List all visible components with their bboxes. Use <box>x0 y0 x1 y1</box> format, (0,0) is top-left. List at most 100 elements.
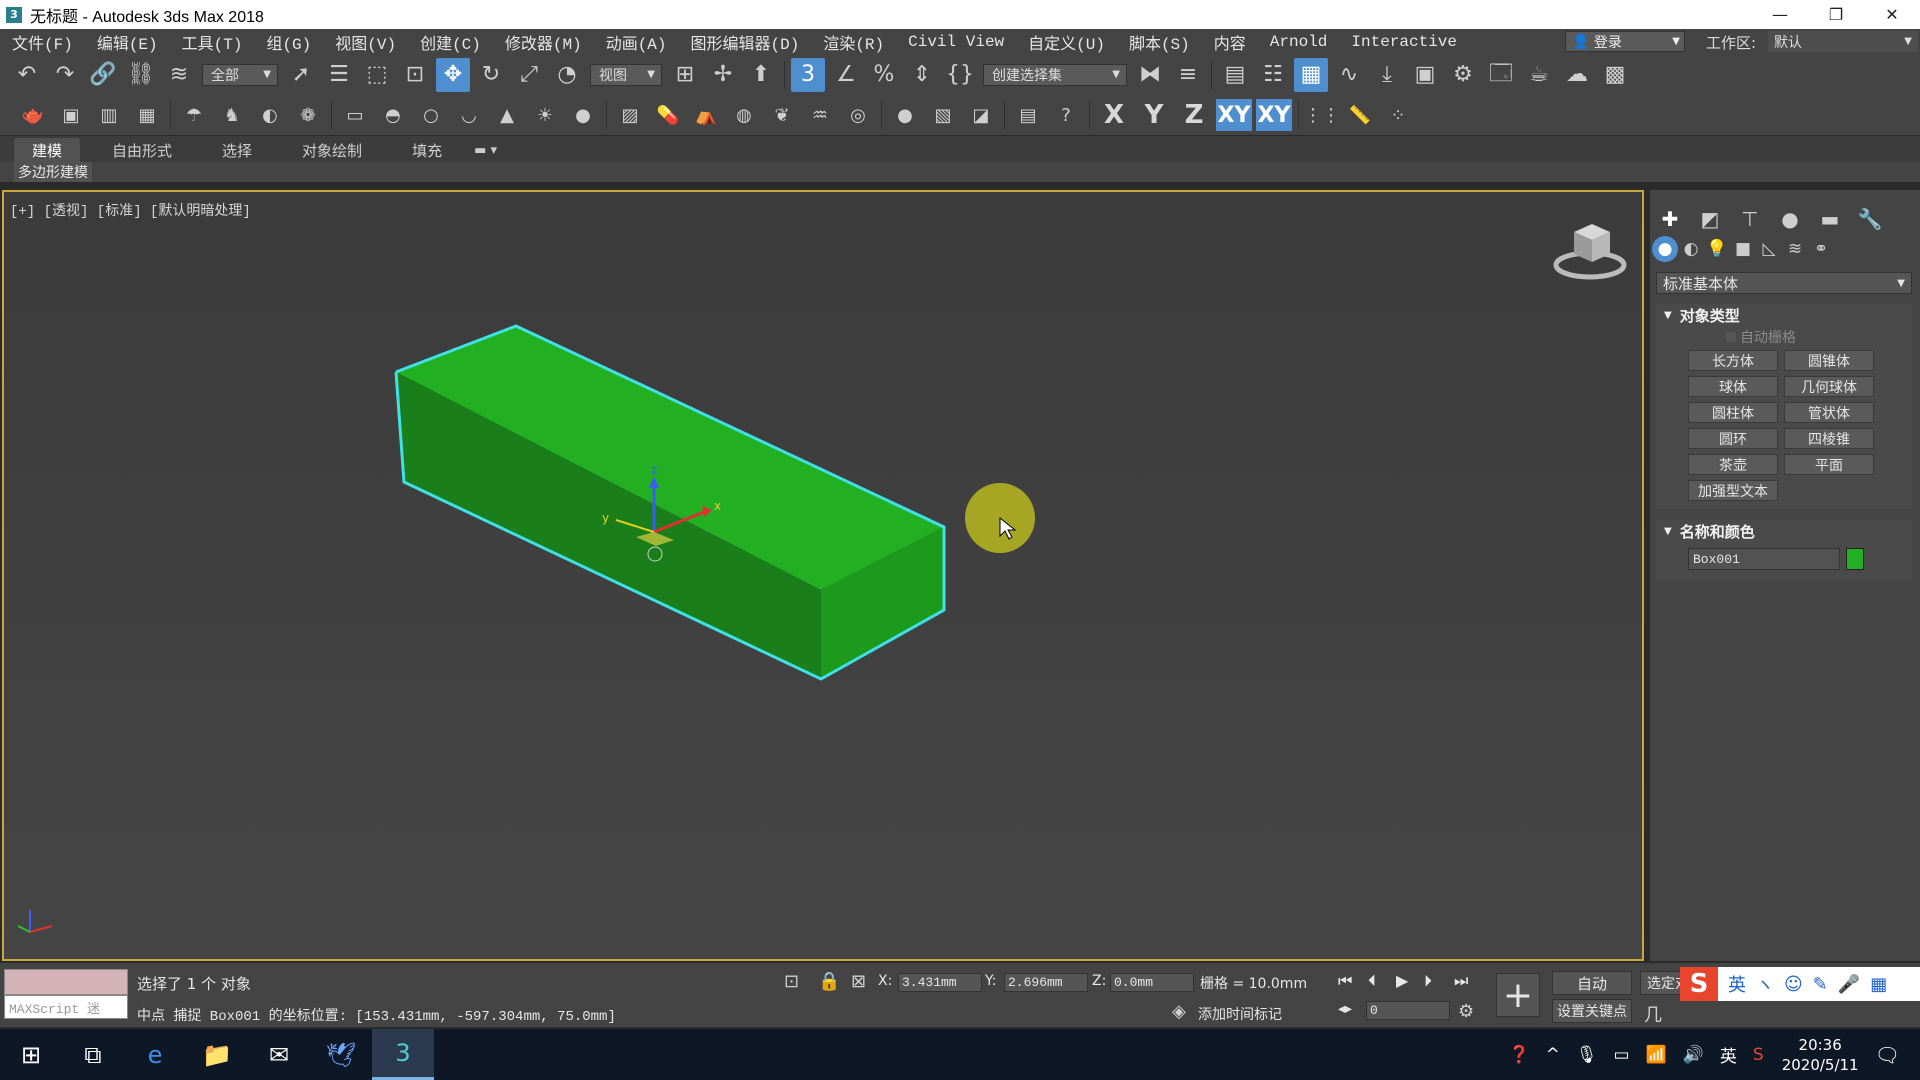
maxscript-listener[interactable]: MAXScript 迷 <box>4 969 128 1019</box>
ime-toolbox-icon[interactable]: ▦ <box>1870 974 1887 995</box>
cloth-icon[interactable]: ◎ <box>841 98 875 132</box>
snapshot-icon[interactable]: ⁘ <box>1381 98 1415 132</box>
login-dropdown[interactable]: 👤 登录 ▼ <box>1565 31 1685 52</box>
systems-icon[interactable]: ⚭ <box>1808 236 1834 262</box>
named-selection-dropdown[interactable]: 创建选择集 ▼ <box>983 63 1127 86</box>
create-sphere-button[interactable]: 球体 <box>1688 376 1778 397</box>
workspace-dropdown[interactable]: 默认 ▼ <box>1768 31 1918 52</box>
undo-icon[interactable]: ↶ <box>10 58 44 92</box>
light-lister-icon[interactable]: ☂ <box>177 98 211 132</box>
motion-tab-icon[interactable]: ● <box>1770 204 1810 234</box>
help-circle-icon[interactable]: ❓ <box>1508 1045 1529 1065</box>
material-sphere-icon[interactable]: ● <box>888 98 922 132</box>
cone-icon[interactable]: ▲ <box>490 98 524 132</box>
sun-icon[interactable]: ☀ <box>528 98 562 132</box>
teapot-icon[interactable]: 🫖 <box>16 98 50 132</box>
tab-populate[interactable]: 填充 <box>394 138 460 162</box>
select-and-rotate-icon[interactable]: ↻ <box>474 58 508 92</box>
input-language[interactable]: 英 <box>1720 1042 1737 1067</box>
tab-object-paint[interactable]: 对象绘制 <box>284 138 380 162</box>
next-frame-icon[interactable]: ⏵ <box>1424 971 1432 991</box>
mail-icon[interactable]: ✉ <box>248 1029 310 1080</box>
edit-named-selection-icon[interactable]: {} <box>943 58 977 92</box>
menu-civil-view[interactable]: Civil View <box>896 33 1016 51</box>
measure-icon[interactable]: 📏 <box>1343 98 1377 132</box>
volume-icon[interactable]: 🔊 <box>1683 1045 1704 1065</box>
create-tab-icon[interactable]: ✚ <box>1650 204 1690 234</box>
pivot-center-icon[interactable]: ⊞ <box>668 58 702 92</box>
align-icon[interactable]: ≡ <box>1171 58 1205 92</box>
perspective-viewport[interactable]: [+] [透视] [标准] [默认明暗处理] z x y <box>2 190 1644 961</box>
go-to-end-icon[interactable]: ⏭ <box>1454 971 1468 991</box>
minimize-button[interactable]: — <box>1752 0 1808 29</box>
create-tube-button[interactable]: 管状体 <box>1784 402 1874 423</box>
menu-view[interactable]: 视图(V) <box>323 30 408 54</box>
menu-modifiers[interactable]: 修改器(M) <box>493 30 594 54</box>
snaps-toggle-icon[interactable]: 3 <box>791 57 825 92</box>
object-color-swatch[interactable] <box>1846 548 1864 570</box>
toggle-ribbon-icon[interactable]: ▦ <box>1294 57 1328 92</box>
helpers-icon[interactable]: ◺ <box>1756 236 1782 262</box>
menu-animation[interactable]: 动画(A) <box>594 30 679 54</box>
current-frame-field[interactable]: 0 <box>1366 1001 1450 1020</box>
menu-file[interactable]: 文件(F) <box>0 30 85 54</box>
menu-group[interactable]: 组(G) <box>254 30 323 54</box>
key-filters-icon[interactable]: ⼏ <box>1644 1001 1662 1027</box>
close-button[interactable]: ✕ <box>1864 0 1920 29</box>
layer-explorer-icon[interactable]: ☷ <box>1256 58 1290 92</box>
constrain-xy-button[interactable]: XY <box>1216 99 1252 131</box>
menu-content[interactable]: 内容 <box>1202 30 1258 54</box>
y-coordinate-field[interactable]: 2.696mm <box>1004 973 1088 992</box>
create-geosphere-button[interactable]: 几何球体 <box>1784 376 1874 397</box>
menu-interactive[interactable]: Interactive <box>1339 33 1469 51</box>
action-center-icon[interactable]: 🗨 <box>1875 1043 1900 1067</box>
dome-icon[interactable]: ◓ <box>376 98 410 132</box>
go-to-start-icon[interactable]: ⏮ <box>1338 971 1352 991</box>
time-tag-icon[interactable]: ◈ <box>1172 1001 1186 1022</box>
tab-modeling[interactable]: 建模 <box>14 138 81 162</box>
play-icon[interactable]: ▶ <box>1396 971 1408 990</box>
rendered-frame-window-icon[interactable]: 🗔 <box>1484 58 1518 92</box>
shapes-icon[interactable]: ◐ <box>1678 236 1704 262</box>
render-in-cloud-icon[interactable]: ☁ <box>1560 58 1594 92</box>
create-plane-button[interactable]: 平面 <box>1784 454 1874 475</box>
create-cone-button[interactable]: 圆锥体 <box>1784 350 1874 371</box>
render-production-icon[interactable]: ☕ <box>1522 58 1556 92</box>
auto-key-button[interactable]: 自动 <box>1552 971 1632 995</box>
rectangular-selection-icon[interactable]: ⬚ <box>360 58 394 92</box>
globe-icon[interactable]: ◍ <box>727 98 761 132</box>
spinner-snap-icon[interactable]: ⇕ <box>905 58 939 92</box>
space-warps-icon[interactable]: ≋ <box>1782 236 1808 262</box>
mirror-icon[interactable]: ⧓ <box>1133 58 1167 92</box>
plant-icon[interactable]: ❦ <box>765 98 799 132</box>
character-icon[interactable]: ♞ <box>215 98 249 132</box>
object-name-input[interactable]: Box001 <box>1688 548 1840 570</box>
constrain-x-button[interactable]: X <box>1096 99 1132 131</box>
select-and-scale-icon[interactable]: ⤢ <box>512 58 546 92</box>
battery-icon[interactable]: ▭ <box>1613 1045 1629 1065</box>
lights-icon[interactable]: 💡 <box>1704 236 1730 262</box>
redo-icon[interactable]: ↷ <box>48 58 82 92</box>
link-icon[interactable]: 🔗 <box>86 58 120 92</box>
ime-voice-icon[interactable]: 🎤 <box>1838 974 1860 995</box>
show-hidden-icons-icon[interactable]: ^ <box>1546 1045 1560 1065</box>
help-icon[interactable]: ? <box>1049 98 1083 132</box>
create-torus-button[interactable]: 圆环 <box>1688 428 1778 449</box>
set-key-icon[interactable]: + <box>1496 973 1540 1017</box>
box-icon[interactable]: ▭ <box>338 98 372 132</box>
name-and-color-header[interactable]: ▼ 名称和颜色 <box>1656 520 1912 542</box>
grid-object-icon[interactable]: ▨ <box>613 98 647 132</box>
constrain-y-button[interactable]: Y <box>1136 99 1172 131</box>
z-coordinate-field[interactable]: 0.0mm <box>1110 973 1194 992</box>
ime-punctuation-icon[interactable]: ヽ <box>1756 971 1774 997</box>
window-crossing-icon[interactable]: ⊡ <box>398 58 432 92</box>
edge-browser-icon[interactable]: e <box>124 1029 186 1080</box>
menu-arnold[interactable]: Arnold <box>1258 33 1340 51</box>
create-cylinder-button[interactable]: 圆柱体 <box>1688 402 1778 423</box>
file-explorer-icon[interactable]: 📁 <box>186 1029 248 1080</box>
mirror-object-icon[interactable]: ◐ <box>253 98 287 132</box>
a360-gallery-icon[interactable]: ▩ <box>1598 58 1632 92</box>
create-box-button[interactable]: 长方体 <box>1688 350 1778 371</box>
selection-filter-dropdown[interactable]: 全部 ▼ <box>202 63 278 86</box>
hair-icon[interactable]: ♒ <box>803 98 837 132</box>
